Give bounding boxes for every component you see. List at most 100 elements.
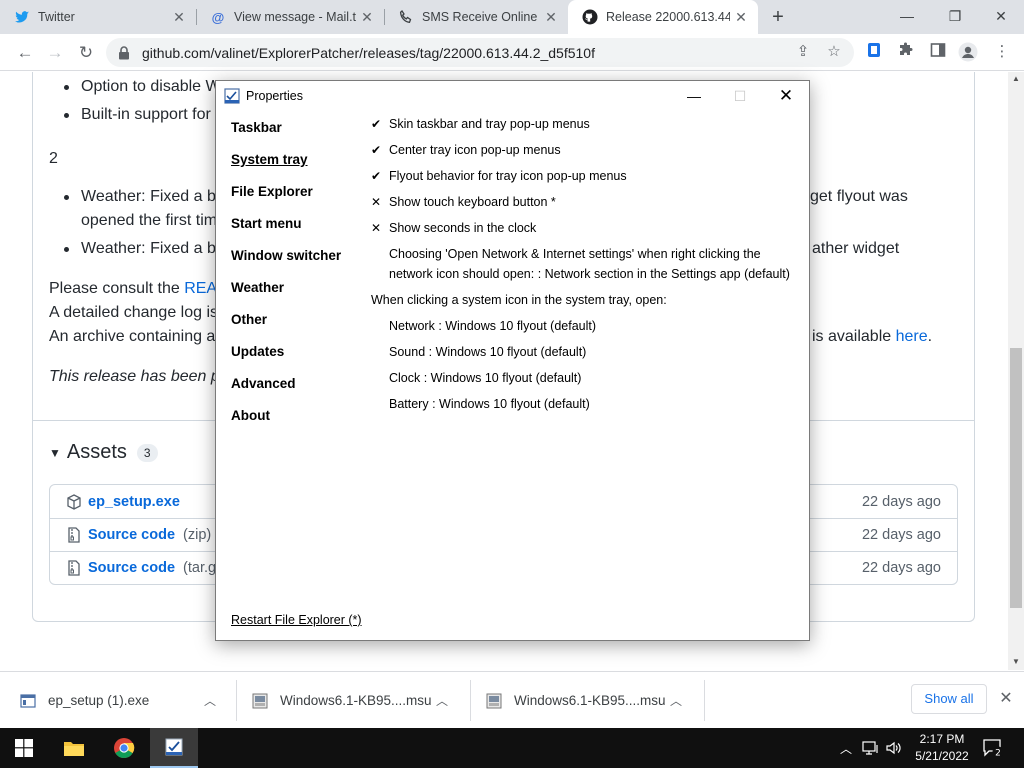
- system-icon-sound-option[interactable]: Sound : Windows 10 flyout (default): [389, 345, 586, 359]
- extension-icon[interactable]: [864, 42, 884, 62]
- release-note-line: Built-in support for: [81, 106, 211, 123]
- tab-mail[interactable]: @ View message - Mail.tm ✕: [196, 0, 384, 34]
- sidebar-item-system-tray[interactable]: System tray: [231, 152, 308, 167]
- here-link[interactable]: here: [896, 328, 928, 345]
- assets-count-badge: 3: [136, 443, 158, 462]
- sidebar-item-window-switcher[interactable]: Window switcher: [231, 248, 341, 263]
- assets-heading[interactable]: ▼ Assets 3: [49, 441, 158, 464]
- show-all-button[interactable]: Show all: [911, 684, 987, 714]
- scrollbar-thumb[interactable]: [1010, 348, 1022, 608]
- file-explorer-taskbar-button[interactable]: [50, 728, 98, 768]
- option-touch-keyboard[interactable]: ✕ Show touch keyboard button *: [371, 195, 556, 209]
- properties-taskbar-button[interactable]: [150, 728, 198, 768]
- close-icon[interactable]: ✕: [730, 9, 752, 26]
- release-note-line: ather widget: [812, 240, 900, 257]
- taskbar-clock[interactable]: 2:17 PM 5/21/2022: [910, 731, 974, 765]
- download-item[interactable]: ep_setup (1).exe ︿: [20, 672, 222, 729]
- github-icon: [582, 9, 598, 25]
- sidebar-item-taskbar[interactable]: Taskbar: [231, 120, 282, 135]
- system-icon-clock-option[interactable]: Clock : Windows 10 flyout (default): [389, 371, 581, 385]
- notification-count: 2: [995, 749, 1001, 759]
- cross-mark-icon: ✕: [371, 195, 382, 209]
- notification-center-icon[interactable]: 2: [982, 728, 1004, 768]
- tab-release[interactable]: Release 22000.613.44.2 ✕: [568, 0, 758, 34]
- forward-button[interactable]: →: [42, 40, 68, 66]
- bookmark-star-icon[interactable]: ☆: [824, 42, 844, 62]
- system-icon-network-option[interactable]: Network : Windows 10 flyout (default): [389, 319, 596, 333]
- volume-icon[interactable]: [886, 728, 902, 768]
- option-show-seconds[interactable]: ✕ Show seconds in the clock: [371, 221, 536, 235]
- tab-twitter[interactable]: Twitter ✕: [0, 0, 196, 34]
- option-center-tray-menus[interactable]: ✔ Center tray icon pop-up menus: [371, 143, 561, 157]
- dialog-title: Properties: [246, 89, 303, 103]
- window-close-button[interactable]: ✕: [986, 4, 1016, 28]
- back-button[interactable]: ←: [12, 40, 38, 66]
- sidebar-item-weather[interactable]: Weather: [231, 280, 284, 295]
- menu-kebab-icon[interactable]: ⋮: [992, 42, 1012, 62]
- chevron-up-icon[interactable]: ︿: [430, 692, 454, 709]
- start-button[interactable]: [0, 728, 48, 768]
- option-label: Flyout behavior for tray icon pop-up men…: [389, 169, 627, 183]
- option-label: Show seconds in the clock: [389, 221, 537, 235]
- close-icon[interactable]: ✕: [168, 9, 190, 26]
- asset-date: 22 days ago: [861, 527, 941, 543]
- download-item[interactable]: Windows6.1-KB95....msu ︿: [486, 672, 688, 729]
- sidebar-item-start-menu[interactable]: Start menu: [231, 216, 302, 231]
- asset-name[interactable]: Source code: [88, 527, 175, 543]
- network-icon[interactable]: [862, 728, 880, 768]
- assets-title: Assets: [66, 441, 127, 463]
- scroll-up-arrow-icon[interactable]: ▲: [1008, 72, 1024, 86]
- release-note-line: Weather: Fixed a bu: [81, 188, 225, 205]
- release-note-line: Weather: Fixed a bu: [81, 240, 225, 257]
- network-settings-option[interactable]: Choosing 'Open Network & Internet settin…: [389, 247, 761, 261]
- chevron-up-icon[interactable]: ︿: [664, 692, 688, 709]
- divider: [470, 680, 471, 721]
- option-label: Show touch keyboard button *: [389, 195, 556, 209]
- dialog-close-button[interactable]: ✕: [763, 81, 809, 111]
- cross-mark-icon: ✕: [371, 221, 382, 235]
- sidebar-item-other[interactable]: Other: [231, 312, 267, 327]
- archive-line: An archive containing a: [49, 328, 216, 345]
- asset-name[interactable]: Source code: [88, 560, 175, 576]
- profile-avatar-icon[interactable]: [958, 42, 978, 62]
- restart-file-explorer-link[interactable]: Restart File Explorer (*): [231, 613, 362, 627]
- system-icon-battery-option[interactable]: Battery : Windows 10 flyout (default): [389, 397, 590, 411]
- close-icon[interactable]: ✕: [356, 9, 378, 26]
- tab-sms[interactable]: SMS Receive Online | U ✕: [384, 0, 568, 34]
- chevron-up-icon[interactable]: ︿: [198, 692, 222, 709]
- sidebar-item-updates[interactable]: Updates: [231, 344, 284, 359]
- side-panel-icon[interactable]: [928, 42, 948, 62]
- address-bar[interactable]: github.com/valinet/ExplorerPatcher/relea…: [106, 38, 854, 67]
- asset-date: 22 days ago: [861, 493, 941, 510]
- triangle-down-icon: ▼: [49, 445, 61, 460]
- exe-file-icon: [20, 693, 36, 709]
- tab-label: View message - Mail.tm: [234, 10, 356, 24]
- new-tab-button[interactable]: +: [766, 5, 790, 29]
- sidebar-item-about[interactable]: About: [231, 408, 270, 423]
- divider: [236, 680, 237, 721]
- puzzle-extensions-icon[interactable]: [896, 42, 916, 62]
- share-icon[interactable]: ⇪: [793, 42, 813, 62]
- downloads-bar: ep_setup (1).exe ︿ Windows6.1-KB95....ms…: [0, 671, 1024, 728]
- release-published-note: This release has been pu: [49, 368, 229, 385]
- window-minimize-button[interactable]: —: [892, 4, 922, 28]
- scroll-down-arrow-icon[interactable]: ▼: [1008, 655, 1024, 669]
- chrome-taskbar-button[interactable]: [100, 728, 148, 768]
- chrome-icon: [114, 738, 135, 759]
- option-skin-tray-menus[interactable]: ✔ Skin taskbar and tray pop-up menus: [371, 117, 590, 131]
- option-flyout-behavior[interactable]: ✔ Flyout behavior for tray icon pop-up m…: [371, 169, 627, 183]
- chevron-up-icon[interactable]: ︿: [840, 728, 852, 768]
- reload-button[interactable]: ↻: [73, 40, 99, 66]
- download-item[interactable]: Windows6.1-KB95....msu ︿: [252, 672, 454, 729]
- close-icon[interactable]: ✕: [996, 688, 1016, 710]
- sidebar-item-file-explorer[interactable]: File Explorer: [231, 184, 313, 199]
- window-restore-button[interactable]: ❐: [940, 4, 970, 28]
- phone-icon: [398, 9, 414, 25]
- network-settings-option-value[interactable]: network icon should open: : Network sect…: [389, 267, 790, 281]
- dialog-minimize-button[interactable]: —: [671, 81, 717, 111]
- download-filename: Windows6.1-KB95....msu: [280, 693, 432, 708]
- sidebar-item-advanced[interactable]: Advanced: [231, 376, 296, 391]
- tab-label: Release 22000.613.44.2: [606, 10, 730, 24]
- asset-name[interactable]: ep_setup.exe: [88, 494, 180, 510]
- close-icon[interactable]: ✕: [540, 9, 562, 26]
